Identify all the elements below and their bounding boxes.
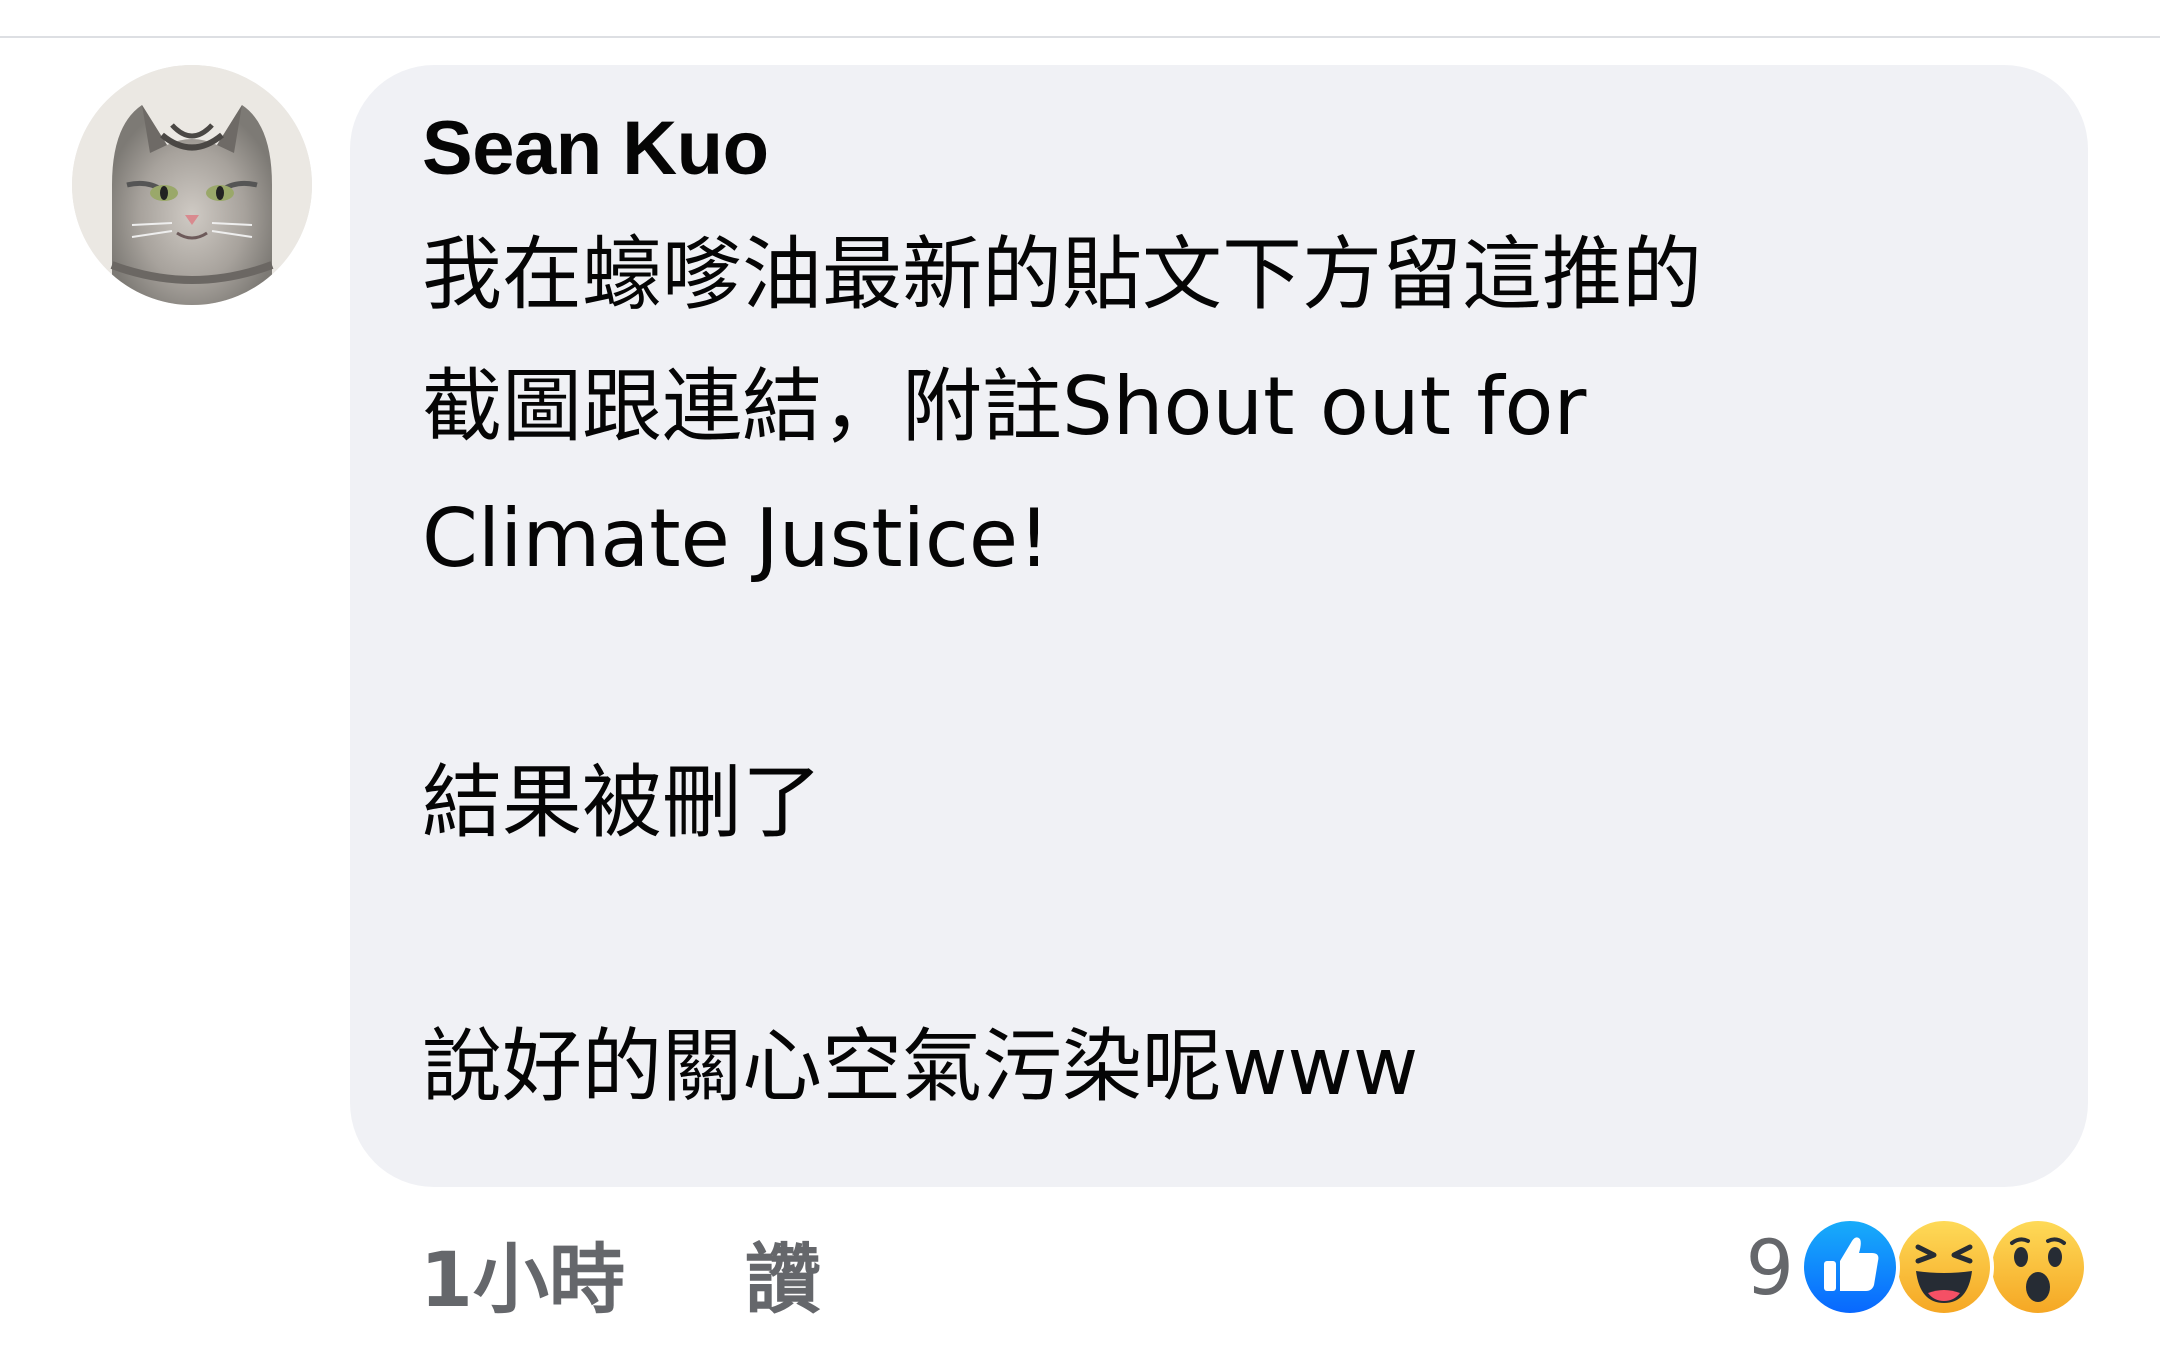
comment-line: 說好的關心空氣污染呢www xyxy=(422,1020,1419,1113)
wow-icon xyxy=(1988,1217,2088,1317)
comment-line: Climate Justice! xyxy=(422,492,1051,585)
top-divider xyxy=(0,36,2160,38)
reaction-count: 9 xyxy=(1745,1222,1794,1312)
comment-line: 結果被刪了 xyxy=(422,756,822,849)
comment-line: 截圖跟連結，附註Shout out for xyxy=(422,360,1587,453)
reaction-summary[interactable]: 9 xyxy=(1746,1212,2088,1322)
comment-timestamp[interactable]: 1小時 xyxy=(420,1218,625,1328)
like-icon xyxy=(1800,1217,1900,1317)
comment-text: 我在蠔嗲油最新的貼文下方留這推的 截圖跟連結，附註Shout out for C… xyxy=(422,209,2016,1133)
comment-blank-line xyxy=(422,605,2016,737)
comment-meta: 1小時 讚 xyxy=(420,1218,821,1328)
comment-bubble: Sean Kuo 我在蠔嗲油最新的貼文下方留這推的 截圖跟連結，附註Shout … xyxy=(350,65,2088,1187)
haha-icon xyxy=(1894,1217,1994,1317)
comment-author-name[interactable]: Sean Kuo xyxy=(422,111,2016,187)
comment-screen: Sean Kuo 我在蠔嗲油最新的貼文下方留這推的 截圖跟連結，附註Shout … xyxy=(0,0,2160,1359)
avatar[interactable] xyxy=(72,65,312,305)
comment-line: 我在蠔嗲油最新的貼文下方留這推的 xyxy=(422,228,1702,321)
cat-avatar-image xyxy=(72,65,312,305)
like-button[interactable]: 讚 xyxy=(745,1218,821,1328)
comment-blank-line xyxy=(422,869,2016,1001)
